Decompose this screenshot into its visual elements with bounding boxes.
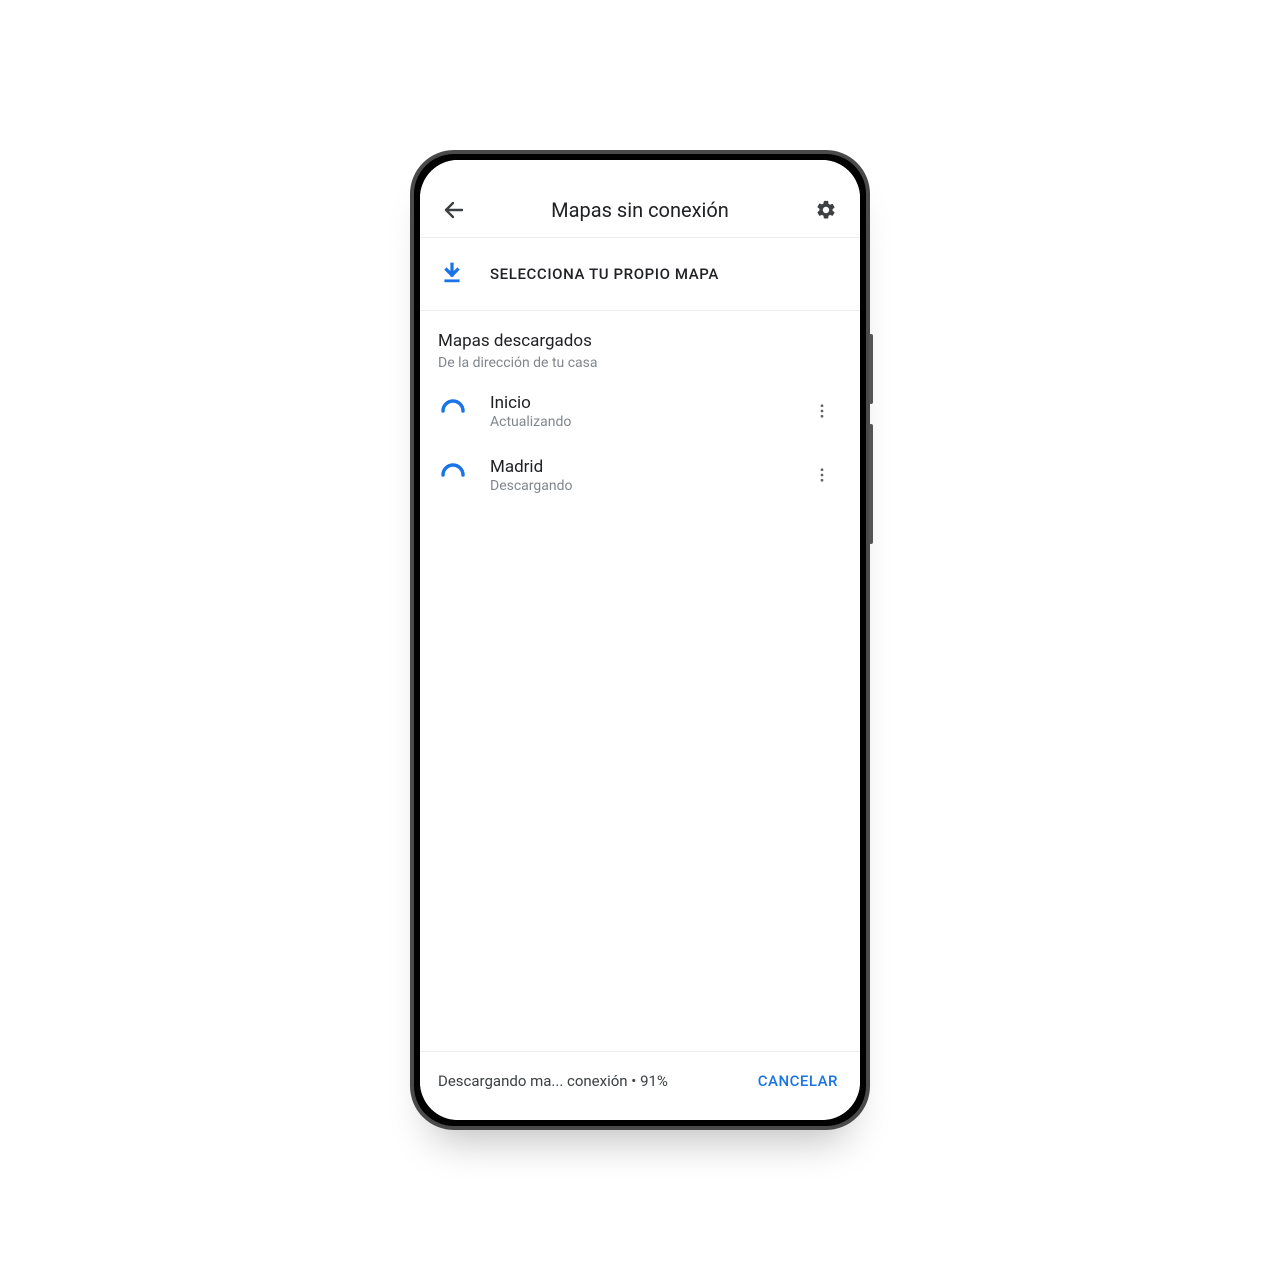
map-name: Inicio [490,392,802,414]
list-item-texts: Madrid Descargando [490,456,802,494]
cancel-button[interactable]: CANCELAR [754,1066,842,1096]
kebab-icon [813,466,831,484]
gear-icon [815,199,837,221]
list-item-texts: Inicio Actualizando [490,392,802,430]
kebab-icon [813,402,831,420]
status-bar [420,160,860,182]
screen: Mapas sin conexión SELECCIONA TU PROPIO … [420,160,860,1120]
app-bar: Mapas sin conexión [420,182,860,238]
loading-spinner-icon [438,396,468,426]
content-spacer [420,507,860,1051]
section-subtitle: De la dirección de tu casa [438,355,842,371]
list-item[interactable]: Inicio Actualizando [420,379,860,443]
settings-button[interactable] [806,190,846,230]
map-status: Descargando [490,478,802,494]
list-item[interactable]: Madrid Descargando [420,443,860,507]
select-own-map-button[interactable]: SELECCIONA TU PROPIO MAPA [420,238,860,311]
section-title: Mapas descargados [438,331,842,351]
map-name: Madrid [490,456,802,478]
loading-spinner-icon [438,460,468,490]
download-progress-bar: Descargando ma... conexión • 91% CANCELA… [420,1051,860,1120]
select-own-map-label: SELECCIONA TU PROPIO MAPA [490,265,719,283]
downloaded-maps-section-header: Mapas descargados De la dirección de tu … [420,311,860,379]
download-icon [438,260,466,288]
back-button[interactable] [434,190,474,230]
arrow-left-icon [442,198,466,222]
phone-hw-button [869,424,873,544]
phone-frame: Mapas sin conexión SELECCIONA TU PROPIO … [410,150,870,1130]
phone-hw-button [869,334,873,404]
download-status-text: Descargando ma... conexión • 91% [438,1072,754,1090]
page-title: Mapas sin conexión [474,198,806,222]
more-options-button[interactable] [802,455,842,495]
map-status: Actualizando [490,414,802,430]
map-list: Inicio Actualizando Madrid Desc [420,379,860,507]
more-options-button[interactable] [802,391,842,431]
